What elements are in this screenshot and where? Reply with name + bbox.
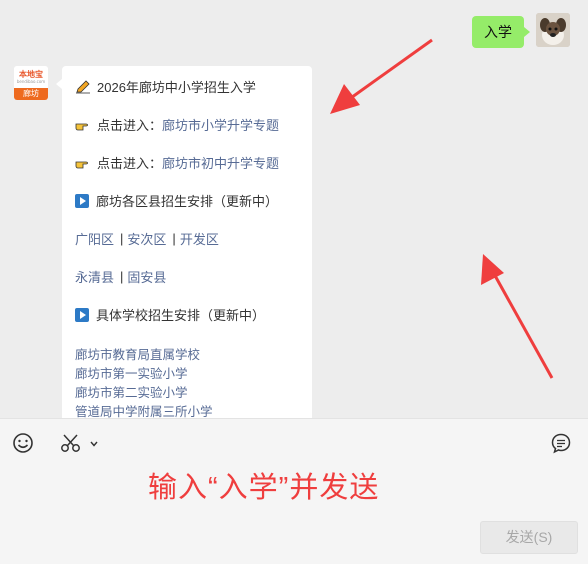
- send-button[interactable]: 发送(S): [480, 521, 578, 554]
- chevron-down-icon[interactable]: [89, 436, 99, 454]
- arrowhead-outgoing: [481, 254, 504, 285]
- arrow-to-outgoing: [491, 271, 554, 379]
- scissors-icon[interactable]: [60, 432, 82, 459]
- emoji-icon[interactable]: [12, 432, 34, 459]
- arrowhead-message: [330, 84, 360, 114]
- instruction-text: 输入“入学”并发送: [148, 472, 380, 504]
- annotation-arrows: [330, 38, 554, 379]
- chat-history-icon[interactable]: [550, 432, 572, 459]
- input-area[interactable]: 输入“入学”并发送 发送(S): [0, 418, 588, 564]
- chat-area: 入学 本地宝 bendibao.com 廊坊 2026年廊坊中小学招生入学 点击…: [0, 0, 588, 418]
- arrow-to-message: [347, 38, 433, 102]
